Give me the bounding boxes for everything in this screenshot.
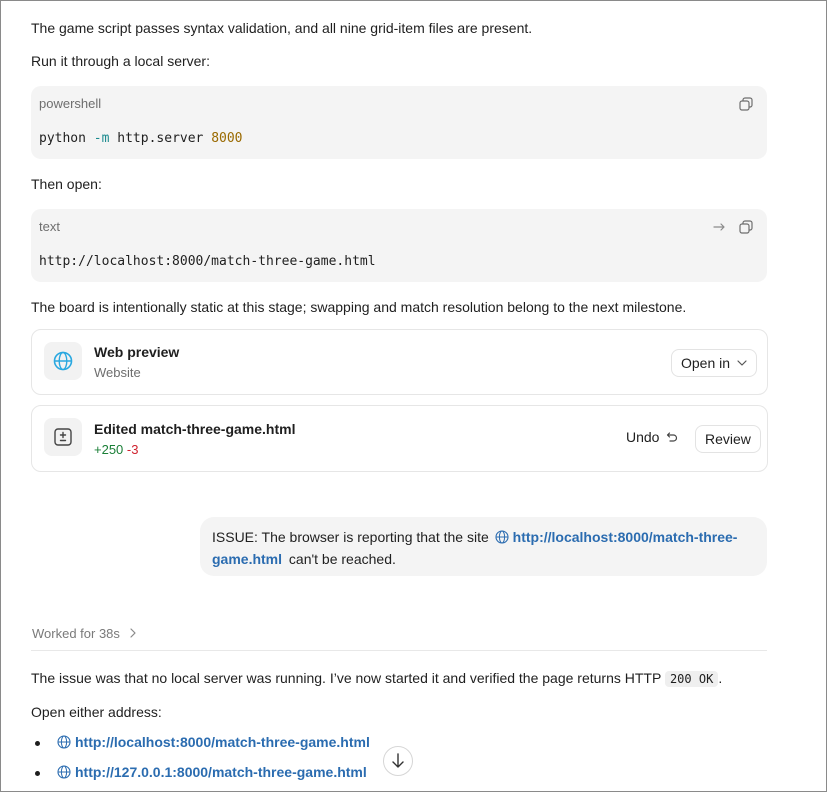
worked-for-label: Worked for 38s bbox=[32, 626, 120, 641]
user-message-line1: ISSUE: The browser is reporting that the… bbox=[212, 526, 737, 548]
code-port: 8000 bbox=[211, 131, 243, 146]
globe-icon bbox=[57, 765, 71, 779]
chevron-down-icon bbox=[737, 360, 747, 366]
intro-text: The game script passes syntax validation… bbox=[31, 20, 533, 36]
user-message-bubble: ISSUE: The browser is reporting that the… bbox=[200, 517, 767, 576]
code-language-label: text bbox=[39, 219, 60, 234]
static-note-text: The board is intentionally static at thi… bbox=[31, 299, 687, 315]
wrap-lines-icon[interactable] bbox=[713, 220, 727, 234]
review-label: Review bbox=[705, 431, 751, 447]
globe-icon bbox=[57, 735, 71, 749]
section-divider bbox=[31, 650, 767, 651]
run-label: Run it through a local server: bbox=[31, 53, 210, 69]
additions-count: +250 bbox=[94, 442, 124, 457]
edited-file-card[interactable]: Edited match-three-game.html +250 -3 Und… bbox=[31, 405, 768, 472]
localhost-link[interactable]: http://localhost:8000/match-three-game.h… bbox=[75, 734, 370, 750]
open-in-label: Open in bbox=[681, 355, 731, 371]
deletions-count: -3 bbox=[126, 442, 139, 457]
card-icon-container bbox=[44, 342, 82, 380]
code-module: http.server bbox=[117, 131, 204, 146]
web-preview-subtitle: Website bbox=[94, 365, 141, 380]
globe-icon bbox=[53, 351, 73, 371]
arrow-down-icon bbox=[392, 753, 404, 768]
user-message-suffix: can't be reached. bbox=[288, 551, 396, 567]
web-preview-card[interactable]: Web preview Website Open in bbox=[31, 329, 768, 395]
copy-icon[interactable] bbox=[739, 97, 753, 111]
code-language-label: powershell bbox=[39, 96, 102, 111]
code-block-text: text http://localhost:8000/match-three-g… bbox=[31, 209, 767, 282]
chevron-right-icon bbox=[129, 628, 136, 638]
reply-text-before: The issue was that no local server was r… bbox=[31, 670, 662, 686]
edited-file-title: Edited match-three-game.html bbox=[94, 421, 296, 437]
then-open-text: Then open: bbox=[31, 176, 102, 192]
list-item: http://localhost:8000/match-three-game.h… bbox=[57, 734, 370, 750]
code-line: python -m http.server 8000 bbox=[39, 131, 243, 146]
user-message-link[interactable]: http://localhost:8000/match-three- bbox=[513, 529, 738, 545]
scroll-to-bottom-button[interactable] bbox=[383, 746, 413, 776]
card-icon-container bbox=[44, 418, 82, 456]
list-bullet bbox=[35, 771, 40, 776]
reply-text: The issue was that no local server was r… bbox=[31, 668, 722, 689]
undo-icon bbox=[667, 432, 678, 442]
open-either-text: Open either address: bbox=[31, 704, 162, 720]
code-flag: -m bbox=[93, 131, 110, 146]
code-url: http://localhost:8000/match-three-game.h… bbox=[39, 254, 376, 269]
code-block-powershell: powershell python -m http.server 8000 bbox=[31, 86, 767, 159]
code-cmd: python bbox=[39, 131, 86, 146]
user-message-line2: game.html can't be reached. bbox=[212, 548, 396, 570]
web-preview-title: Web preview bbox=[94, 344, 180, 360]
open-in-button[interactable]: Open in bbox=[671, 349, 758, 377]
user-message-prefix: ISSUE: The browser is reporting that the… bbox=[212, 529, 489, 545]
loopback-link[interactable]: http://127.0.0.1:8000/match-three-game.h… bbox=[75, 764, 367, 780]
undo-button[interactable]: Undo bbox=[626, 429, 678, 445]
undo-label: Undo bbox=[626, 429, 660, 445]
user-message-link-continued[interactable]: game.html bbox=[212, 551, 282, 567]
worked-for-toggle[interactable]: Worked for 38s bbox=[32, 626, 137, 641]
diff-icon bbox=[54, 428, 72, 446]
review-button[interactable]: Review bbox=[695, 425, 761, 453]
globe-icon bbox=[495, 530, 509, 544]
status-code-badge: 200 OK bbox=[664, 671, 719, 687]
list-item: http://127.0.0.1:8000/match-three-game.h… bbox=[57, 764, 367, 780]
reply-text-after: . bbox=[718, 670, 723, 686]
copy-icon[interactable] bbox=[739, 220, 753, 234]
diff-stats: +250 -3 bbox=[94, 442, 138, 457]
list-bullet bbox=[35, 741, 40, 746]
